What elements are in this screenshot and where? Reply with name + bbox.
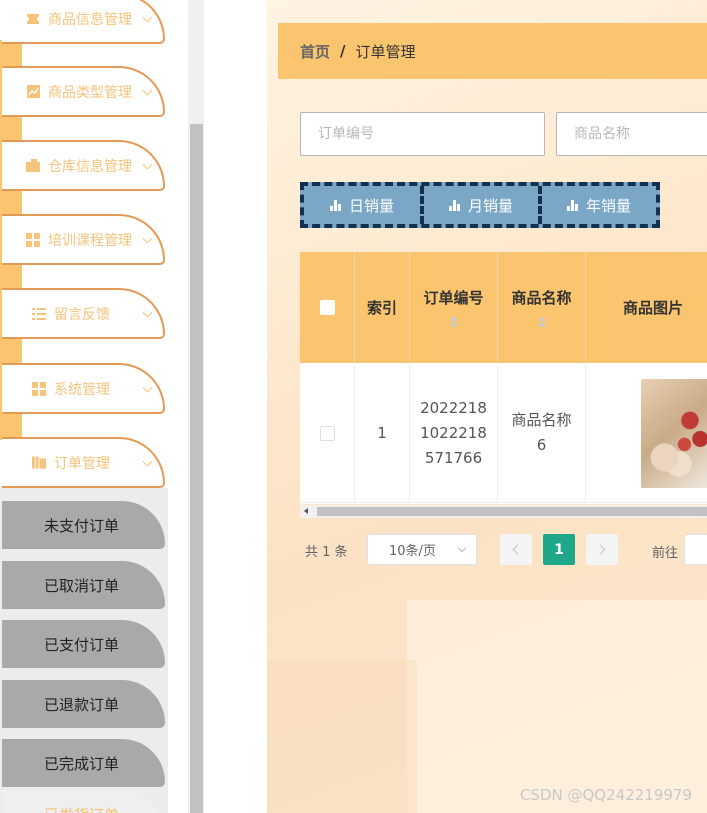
row-select-cell bbox=[300, 363, 355, 503]
chevron-right-icon bbox=[595, 544, 606, 555]
submenu-item-shipped[interactable]: 已发货订单 bbox=[2, 790, 165, 813]
product-name-search-input[interactable] bbox=[556, 112, 707, 156]
sidebar-item-label: 系统管理 bbox=[54, 381, 110, 398]
goto-page-input[interactable] bbox=[684, 534, 707, 565]
table-horizontal-scrollbar[interactable] bbox=[300, 505, 707, 518]
goto-label: 前往 bbox=[652, 546, 679, 561]
chevron-down-icon bbox=[142, 159, 153, 170]
page-size-value: 10条/页 bbox=[389, 544, 436, 559]
chart-icon bbox=[26, 85, 40, 99]
bar-chart-icon bbox=[329, 199, 342, 211]
cell-product-image bbox=[586, 363, 707, 503]
cell-index: 1 bbox=[355, 363, 410, 503]
grid-icon bbox=[32, 381, 46, 396]
chevron-down-icon bbox=[142, 233, 153, 244]
chevron-down-icon bbox=[142, 307, 153, 318]
scrollbar-thumb[interactable] bbox=[317, 507, 707, 516]
sidebar-item-system[interactable]: 系统管理 bbox=[2, 363, 165, 414]
order-no-search-input[interactable] bbox=[300, 112, 545, 156]
header-product-image: 商品图片 bbox=[622, 299, 683, 317]
table-row: 1 2022218 1022218 571766 商品名称6 bbox=[300, 363, 707, 503]
monthly-sales-label: 月销量 bbox=[467, 196, 513, 215]
sales-stats-button-group: 日销量 月销量 年销量 bbox=[300, 182, 660, 228]
submenu-item-completed[interactable]: 已完成订单 bbox=[2, 739, 165, 787]
cell-product-name: 商品名称6 bbox=[498, 363, 586, 503]
header-order-no[interactable]: 订单编号 bbox=[410, 252, 498, 363]
grid-icon bbox=[26, 232, 40, 247]
product-image[interactable] bbox=[641, 378, 707, 488]
breadcrumb-separator: / bbox=[340, 42, 346, 60]
yearly-sales-label: 年销量 bbox=[585, 196, 631, 215]
chevron-down-icon bbox=[142, 85, 153, 96]
bar-chart-icon bbox=[448, 199, 461, 211]
sidebar-item-orders[interactable]: 订单管理 bbox=[2, 437, 165, 488]
next-page-button[interactable] bbox=[586, 534, 618, 565]
list-icon bbox=[32, 307, 46, 321]
sidebar-item-label: 留言反馈 bbox=[54, 306, 110, 323]
sidebar-item-label: 培训课程管理 bbox=[48, 232, 132, 249]
briefcase-icon bbox=[26, 159, 40, 173]
bar-chart-icon bbox=[566, 199, 579, 211]
chevron-down-icon bbox=[457, 543, 467, 553]
cell-order-no: 2022218 1022218 571766 bbox=[410, 363, 498, 503]
sidebar-item-product-info[interactable]: 商品信息管理 bbox=[2, 0, 165, 44]
book-icon bbox=[32, 456, 46, 470]
chevron-down-icon bbox=[142, 382, 153, 393]
select-all-checkbox[interactable] bbox=[319, 300, 335, 315]
daily-sales-label: 日销量 bbox=[348, 196, 394, 215]
pagination-total: 共 1 条 bbox=[305, 545, 348, 560]
header-order-no-label: 订单编号 bbox=[423, 289, 484, 307]
sidebar-item-label: 商品类型管理 bbox=[48, 84, 132, 101]
table-header: 索引 订单编号 商品名称 商品图片 bbox=[300, 252, 707, 363]
sidebar-item-label: 商品信息管理 bbox=[48, 11, 132, 28]
sort-icon[interactable] bbox=[537, 316, 546, 328]
header-product-name-label: 商品名称 bbox=[511, 289, 572, 307]
monthly-sales-button[interactable]: 月销量 bbox=[424, 186, 542, 224]
page-size-select[interactable]: 10条/页 bbox=[367, 534, 477, 565]
pagination: 共 1 条 10条/页 1 前往 bbox=[305, 534, 707, 566]
chevron-down-icon bbox=[142, 456, 153, 467]
ticket-icon bbox=[26, 12, 40, 26]
sidebar-item-feedback[interactable]: 留言反馈 bbox=[2, 288, 165, 339]
sidebar-item-label: 订单管理 bbox=[54, 455, 110, 472]
breadcrumb: 首页 / 订单管理 bbox=[278, 23, 707, 79]
sidebar-item-training[interactable]: 培训课程管理 bbox=[2, 214, 165, 265]
breadcrumb-home[interactable]: 首页 bbox=[300, 41, 330, 62]
sidebar-item-product-type[interactable]: 商品类型管理 bbox=[2, 66, 165, 117]
watermark: CSDN @QQ242219979 bbox=[519, 786, 692, 804]
submenu-item-unpaid[interactable]: 未支付订单 bbox=[2, 501, 165, 549]
chevron-down-icon bbox=[142, 12, 153, 23]
orders-table: 索引 订单编号 商品名称 商品图片 1 2022218 1022218 5717… bbox=[300, 252, 707, 504]
daily-sales-button[interactable]: 日销量 bbox=[304, 186, 424, 224]
header-index: 索引 bbox=[355, 252, 410, 363]
submenu-item-refunded[interactable]: 已退款订单 bbox=[2, 680, 165, 728]
submenu-item-paid[interactable]: 已支付订单 bbox=[2, 620, 165, 668]
layout-gap bbox=[204, 0, 267, 813]
prev-page-button[interactable] bbox=[500, 534, 532, 565]
sidebar-scrollbar-thumb[interactable] bbox=[190, 124, 203, 813]
breadcrumb-current: 订单管理 bbox=[355, 42, 416, 61]
row-checkbox[interactable] bbox=[319, 425, 335, 441]
header-product-name[interactable]: 商品名称 bbox=[498, 252, 586, 363]
sidebar: 商品信息管理 商品类型管理 仓库信息管理 培训课程管理 留言反馈 系统管理 订单… bbox=[0, 0, 188, 813]
main-content: 首页 / 订单管理 日销量 月销量 年销量 索引 订单编号 bbox=[267, 0, 707, 813]
background-decoration bbox=[407, 600, 707, 813]
scroll-left-arrow-icon[interactable] bbox=[304, 508, 308, 514]
submenu-item-cancelled[interactable]: 已取消订单 bbox=[2, 561, 165, 609]
sort-icon[interactable] bbox=[449, 316, 458, 328]
background-decoration bbox=[267, 660, 417, 813]
sidebar-item-warehouse[interactable]: 仓库信息管理 bbox=[2, 140, 165, 191]
chevron-left-icon bbox=[512, 544, 523, 555]
yearly-sales-button[interactable]: 年销量 bbox=[542, 186, 656, 224]
header-select-cell bbox=[300, 252, 355, 363]
page-number-current[interactable]: 1 bbox=[543, 534, 575, 565]
sidebar-item-label: 仓库信息管理 bbox=[48, 158, 132, 175]
